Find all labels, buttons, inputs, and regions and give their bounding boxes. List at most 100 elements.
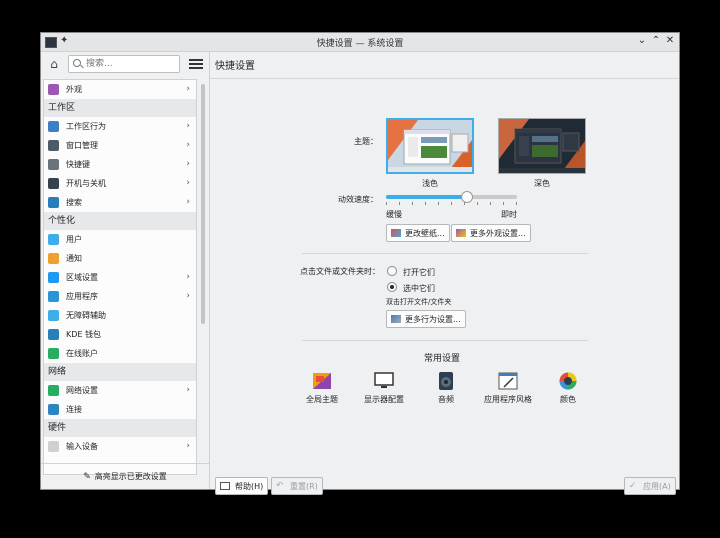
radio-select[interactable] bbox=[387, 282, 397, 292]
help-button[interactable]: 帮助(H) bbox=[215, 477, 269, 495]
sidebar-item[interactable]: 在线账户 bbox=[44, 344, 196, 363]
radio-open[interactable] bbox=[387, 266, 397, 276]
common-display-label: 显示器配置 bbox=[364, 395, 404, 404]
chevron-right-icon: › bbox=[186, 121, 190, 131]
apply-label: 应用(A) bbox=[643, 482, 671, 491]
sidebar-item[interactable]: 开机与关机 › bbox=[44, 174, 196, 193]
sidebar-item-label: 区域设置 bbox=[66, 273, 98, 282]
change-wallpaper-label: 更改壁纸... bbox=[405, 229, 445, 238]
chevron-right-icon: › bbox=[186, 441, 190, 451]
bottom-button-bar: 帮助(H) ↶ 重置(R) ✓ 应用(A) bbox=[210, 463, 679, 495]
appearance-icon bbox=[456, 229, 466, 237]
common-global-theme[interactable]: 全局主题 bbox=[292, 372, 352, 405]
sidebar-scrollbar[interactable] bbox=[200, 82, 206, 474]
chevron-right-icon: › bbox=[186, 84, 190, 94]
more-behavior-button[interactable]: 更多行为设置... bbox=[386, 310, 466, 328]
hamburger-menu-icon[interactable] bbox=[189, 57, 203, 71]
sidebar-item[interactable]: 外观 › bbox=[44, 80, 196, 99]
sidebar-item[interactable]: 连接 bbox=[44, 400, 196, 419]
sidebar-item-label: 网络设置 bbox=[66, 386, 98, 395]
home-icon[interactable]: ⌂ bbox=[46, 56, 62, 72]
theme-light-thumbnail[interactable] bbox=[386, 118, 474, 174]
sidebar-item-label: 工作区行为 bbox=[66, 122, 106, 131]
more-appearance-label: 更多外观设置... bbox=[470, 229, 526, 238]
sidebar-item[interactable]: 输入设备 › bbox=[44, 437, 196, 456]
sidebar-item[interactable]: 无障碍辅助 bbox=[44, 306, 196, 325]
sidebar-item[interactable]: 搜索 › bbox=[44, 193, 196, 212]
keyboard-icon bbox=[48, 159, 59, 170]
common-display[interactable]: 显示器配置 bbox=[354, 372, 414, 405]
more-behavior-label: 更多行为设置... bbox=[405, 315, 461, 324]
sidebar-item[interactable]: KDE 钱包 bbox=[44, 325, 196, 344]
mouse-icon bbox=[48, 441, 59, 452]
slider-tick bbox=[412, 202, 413, 205]
sidebar-item-label: 搜索 bbox=[66, 198, 82, 207]
common-global-theme-label: 全局主题 bbox=[306, 395, 338, 404]
sidebar-item-label: 连接 bbox=[66, 405, 82, 414]
sidebar-item[interactable]: 工作区行为 › bbox=[44, 117, 196, 136]
theme-dark-caption: 深色 bbox=[534, 179, 550, 188]
highlight-changed-button[interactable]: ✎ 高亮显示已更改设置 bbox=[41, 463, 209, 490]
search-icon bbox=[48, 197, 59, 208]
region-icon bbox=[48, 272, 59, 283]
slider-fill bbox=[386, 195, 468, 199]
slider-tick bbox=[490, 202, 491, 205]
slider-tick bbox=[451, 202, 452, 205]
common-app-style[interactable]: 应用程序风格 bbox=[478, 372, 538, 405]
common-app-style-label: 应用程序风格 bbox=[484, 395, 532, 404]
title-bar[interactable]: ✦ 快捷设置 — 系统设置 ⌄ ⌃ ✕ bbox=[41, 33, 679, 52]
user-icon bbox=[48, 234, 59, 245]
click-hint: 双击打开文件/文件夹 bbox=[386, 298, 452, 306]
sidebar-item-label: 无障碍辅助 bbox=[66, 311, 106, 320]
sidebar-item[interactable]: 网络设置 › bbox=[44, 381, 196, 400]
help-label: 帮助(H) bbox=[235, 482, 264, 491]
common-audio-label: 音频 bbox=[438, 395, 454, 404]
sidebar-item[interactable]: 快捷键 › bbox=[44, 155, 196, 174]
sidebar-item[interactable]: 窗口管理 › bbox=[44, 136, 196, 155]
window-title: 快捷设置 — 系统设置 bbox=[316, 39, 404, 49]
sidebar-item-label: 在线账户 bbox=[66, 349, 98, 358]
chevron-right-icon: › bbox=[186, 140, 190, 150]
sidebar-item[interactable]: 用户 bbox=[44, 230, 196, 249]
common-audio[interactable]: 音频 bbox=[416, 372, 476, 405]
radio-open-label[interactable]: 打开它们 bbox=[403, 267, 435, 278]
check-icon: ✓ bbox=[629, 481, 637, 491]
animation-speed-slider[interactable] bbox=[386, 195, 517, 199]
maximize-icon[interactable]: ⌃ bbox=[649, 34, 663, 48]
slider-instant-label: 即时 bbox=[501, 210, 517, 219]
chevron-right-icon: › bbox=[186, 197, 190, 207]
sidebar-item[interactable]: 应用程序 › bbox=[44, 287, 196, 306]
slider-tick bbox=[477, 202, 478, 205]
minimize-icon[interactable]: ⌄ bbox=[635, 34, 649, 48]
apply-button[interactable]: ✓ 应用(A) bbox=[624, 477, 676, 495]
globe-icon bbox=[48, 348, 59, 359]
slider-tick bbox=[503, 202, 504, 205]
change-wallpaper-button[interactable]: 更改壁纸... bbox=[386, 224, 450, 242]
slider-ticks bbox=[386, 202, 517, 206]
common-colors[interactable]: 颜色 bbox=[538, 372, 598, 405]
radio-select-label[interactable]: 选中它们 bbox=[403, 283, 435, 294]
separator bbox=[302, 340, 588, 341]
sidebar-item-label: KDE 钱包 bbox=[66, 330, 102, 339]
reset-label: 重置(R) bbox=[290, 482, 318, 491]
behavior-icon bbox=[391, 315, 401, 323]
bell-icon bbox=[48, 253, 59, 264]
more-appearance-button[interactable]: 更多外观设置... bbox=[451, 224, 531, 242]
slider-tick bbox=[516, 202, 517, 205]
chevron-right-icon: › bbox=[186, 291, 190, 301]
sidebar-item[interactable]: 通知 bbox=[44, 249, 196, 268]
sidebar-item[interactable]: 区域设置 › bbox=[44, 268, 196, 287]
sidebar-category: 个性化 bbox=[44, 212, 196, 230]
appearance-icon bbox=[48, 84, 59, 95]
chevron-right-icon: › bbox=[186, 178, 190, 188]
close-icon[interactable]: ✕ bbox=[663, 34, 677, 48]
common-settings-title: 常用设置 bbox=[424, 354, 461, 364]
reset-button[interactable]: ↶ 重置(R) bbox=[271, 477, 323, 495]
slider-tick bbox=[438, 202, 439, 205]
sidebar-item-label: 通知 bbox=[66, 254, 82, 263]
search-input[interactable] bbox=[68, 55, 180, 73]
theme-dark-thumbnail[interactable] bbox=[498, 118, 586, 174]
slider-tick bbox=[425, 202, 426, 205]
sidebar-item-label: 用户 bbox=[66, 235, 82, 244]
search-icon bbox=[73, 59, 81, 67]
